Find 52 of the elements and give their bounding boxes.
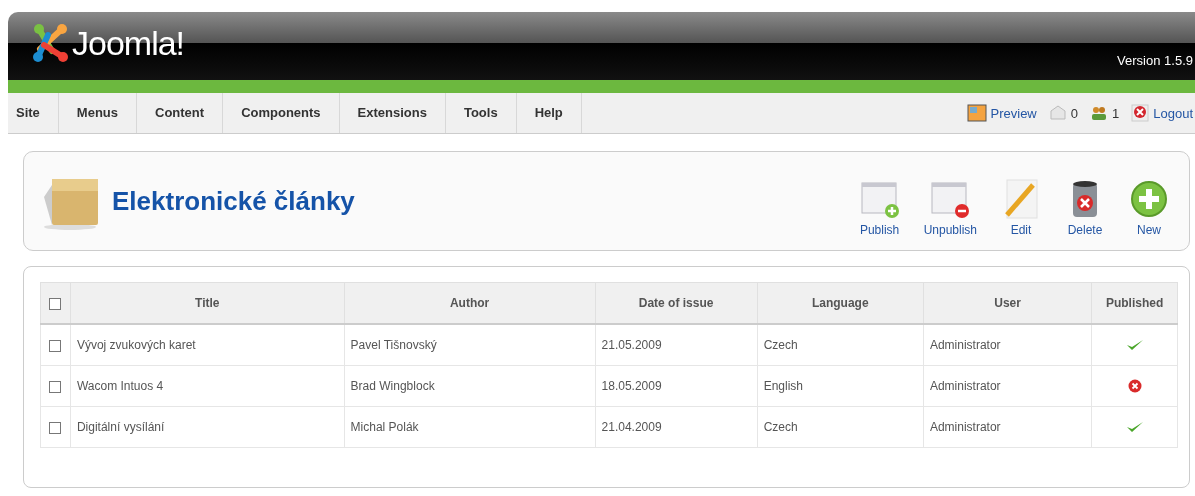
menu-item[interactable]: Menus xyxy=(58,93,137,133)
window-minus-icon xyxy=(930,179,971,219)
menu-item[interactable]: Components xyxy=(223,93,340,133)
picture-icon xyxy=(966,104,987,122)
table-cell[interactable]: Wacom Intuos 4 xyxy=(70,365,345,407)
table-cell: 21.05.2009 xyxy=(595,324,758,366)
version-text: Version 1.5.9 xyxy=(1117,52,1194,68)
cross-circle-icon[interactable] xyxy=(1127,379,1142,394)
status-link[interactable]: Logout xyxy=(1153,105,1193,121)
page-title: Elektronické články xyxy=(112,185,355,217)
menu-item[interactable]: Site xyxy=(8,93,59,133)
column-header[interactable]: Published xyxy=(1091,282,1178,324)
toolbar-button[interactable]: New xyxy=(1117,179,1181,237)
row-checkbox[interactable] xyxy=(49,339,62,352)
column-header[interactable]: User xyxy=(923,282,1092,324)
table-cell: Czech xyxy=(757,324,924,366)
table-cell: Administrator xyxy=(923,406,1092,448)
menu-item[interactable]: Help xyxy=(516,93,582,133)
toolbar-button[interactable]: Unpublish xyxy=(911,179,989,237)
column-header[interactable]: Date of issue xyxy=(595,282,758,324)
toolbar-button[interactable]: Edit xyxy=(989,179,1053,237)
table-cell[interactable]: Vývoj zvukových karet xyxy=(70,324,345,366)
count-text: 0 xyxy=(1070,105,1078,121)
users-icon xyxy=(1090,105,1108,121)
count-text: 1 xyxy=(1112,105,1120,121)
column-header[interactable]: Author xyxy=(344,282,596,324)
select-all-checkbox[interactable] xyxy=(49,297,62,310)
column-header[interactable]: Language xyxy=(757,282,924,324)
menu-item[interactable]: Extensions xyxy=(339,93,446,133)
table-cell: English xyxy=(757,365,924,407)
table-cell: Pavel Tišnovský xyxy=(344,324,596,366)
column-header[interactable]: Title xyxy=(70,282,345,324)
logo-icon xyxy=(30,21,70,65)
table-cell: Administrator xyxy=(923,365,1092,407)
table-cell: 18.05.2009 xyxy=(595,365,758,407)
menu-item[interactable]: Tools xyxy=(445,93,517,133)
table-cell: Michal Polák xyxy=(344,406,596,448)
row-checkbox[interactable] xyxy=(49,380,62,393)
menu-item[interactable]: Content xyxy=(137,93,224,133)
toolbar-button[interactable]: Publish xyxy=(847,179,912,237)
table-cell: 21.04.2009 xyxy=(595,406,758,448)
plus-icon xyxy=(1129,179,1169,219)
table-cell: Administrator xyxy=(923,324,1092,366)
toolbar-button[interactable]: Delete xyxy=(1053,179,1117,237)
table-cell: Brad Wingblock xyxy=(344,365,596,407)
row-checkbox[interactable] xyxy=(49,421,62,434)
table-cell: Czech xyxy=(757,406,924,448)
logout-icon xyxy=(1131,104,1150,122)
status-link[interactable]: Preview xyxy=(990,105,1037,121)
logo-text: Joomla! xyxy=(72,23,185,63)
table-cell[interactable]: Digitální vysílání xyxy=(70,406,345,448)
window-plus-icon xyxy=(859,179,900,219)
